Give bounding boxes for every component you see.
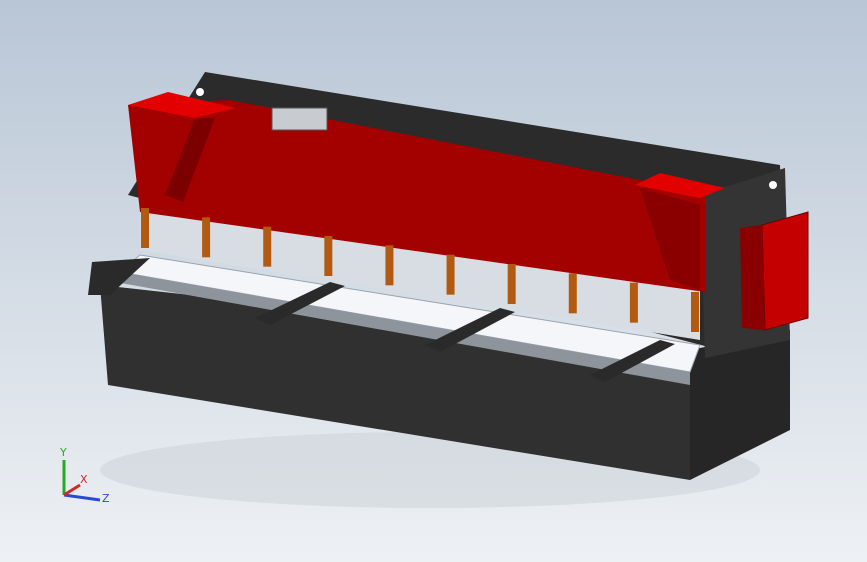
hold-down-finger — [141, 208, 149, 248]
coordinate-triad: Y X Z — [59, 446, 110, 505]
top-mechanism — [271, 107, 328, 131]
control-box-side — [740, 225, 765, 330]
hold-down-finger — [507, 264, 516, 304]
z-axis-line — [63, 493, 101, 502]
triad-y-label: Y — [59, 446, 67, 459]
control-box — [761, 211, 809, 331]
hold-down-finger — [691, 292, 699, 332]
shearing-machine-model[interactable] — [0, 0, 867, 562]
hold-down-finger — [446, 254, 455, 295]
lifting-hole-right — [769, 181, 777, 189]
hold-down-finger — [385, 245, 394, 286]
hold-down-finger — [629, 282, 638, 323]
hold-down-finger — [324, 236, 333, 276]
hold-down-finger — [202, 217, 211, 258]
triad-z-label: Z — [102, 492, 110, 505]
x-axis-line — [63, 483, 81, 497]
lifting-hole-left — [196, 88, 204, 96]
hold-down-finger — [568, 273, 577, 314]
triad-x-label: X — [80, 473, 88, 486]
hold-down-finger — [263, 226, 272, 267]
graphics-viewport[interactable]: Y X Z — [0, 0, 867, 562]
